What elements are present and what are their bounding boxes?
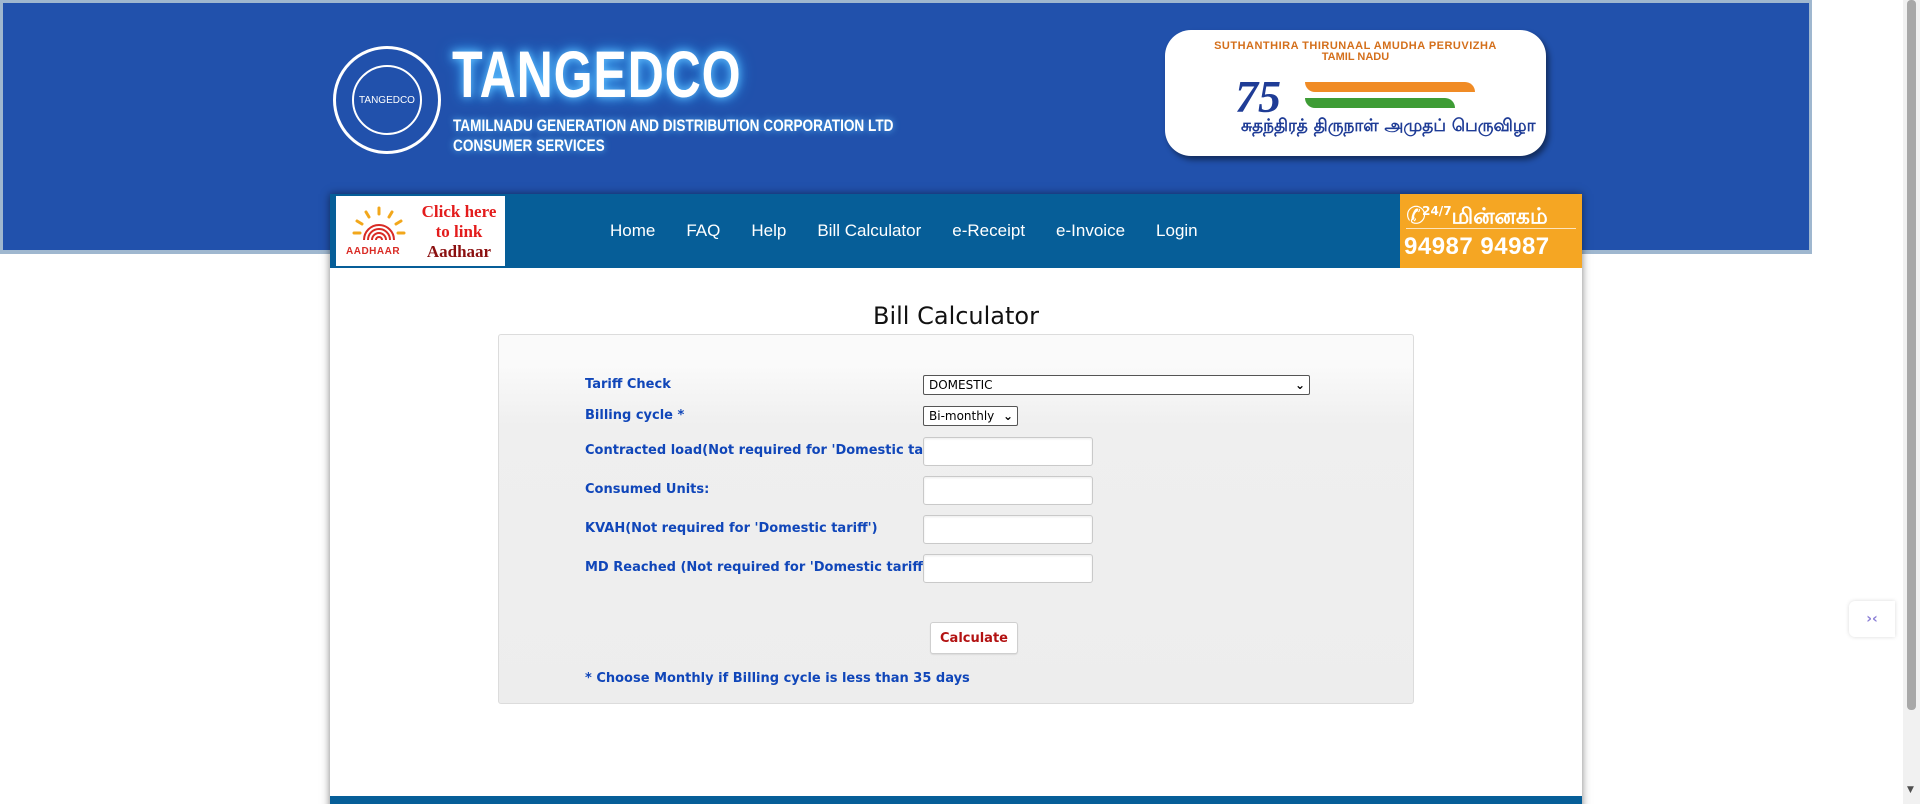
billing-cycle-select[interactable]: Bi-monthly ⌄ [923,406,1018,426]
helpline-number: 94987 94987 [1404,233,1550,260]
aadhaar-sun-icon [352,206,406,241]
chevron-down-icon: ⌄ [1002,409,1013,423]
page-title: Bill Calculator [873,302,1039,330]
helpline-tamil-name: மின்னகம் [1451,204,1548,230]
aadhaar-line-2: to link [435,222,483,241]
billing-cycle-label: Billing cycle * [585,408,685,423]
page: TANGEDCO TANGEDCO TAMILNADU GENERATION A… [0,0,1920,804]
nav-bill-calculator[interactable]: Bill Calculator [817,221,921,241]
nav-faq[interactable]: FAQ [686,221,720,241]
md-reached-input[interactable] [923,554,1093,583]
festival-tamil-text: சுதந்திரத் திருநாள் அமுதப் பெருவிழா [1241,116,1536,136]
consumed-units-label: Consumed Units: [585,482,710,497]
consumed-units-input[interactable] [923,476,1093,505]
aadhaar-line-3: Aadhaar [426,242,492,261]
contracted-load-label: Contracted load(Not required for 'Domest… [585,443,955,458]
nav-e-receipt[interactable]: e-Receipt [952,221,1025,241]
billing-cycle-note: * Choose Monthly if Billing cycle is les… [585,671,970,686]
flag-ribbon-icon [1305,82,1475,112]
tariff-label: Tariff Check [585,377,671,392]
festival-75-emblem: 75 [1235,71,1281,122]
kvah-input[interactable] [923,515,1093,544]
aadhaar-link-banner[interactable]: AADHAAR Click here to link Aadhaar [336,196,505,266]
tariff-select[interactable]: DOMESTIC ⌄ [923,375,1310,395]
azadi-festival-banner: SUTHANTHIRA THIRUNAAL AMUDHA PERUVIZHA T… [1165,30,1546,156]
scrollbar-thumb[interactable] [1907,0,1916,710]
tariff-selected-value: DOMESTIC [929,378,993,392]
tangedco-logo[interactable]: TANGEDCO [333,46,441,154]
nav-help[interactable]: Help [751,221,786,241]
brand-subtitle: TAMILNADU GENERATION AND DISTRIBUTION CO… [453,116,894,135]
nav-login[interactable]: Login [1156,221,1198,241]
calculate-button[interactable]: Calculate [930,622,1018,654]
page-scrollbar[interactable]: ▼ [1903,0,1920,804]
aadhaar-line-1: Click here [421,202,497,221]
brand-section: CONSUMER SERVICES [453,136,605,155]
helpline-divider [1406,228,1576,229]
minnagam-helpline-banner[interactable]: ✆24/7மின்னகம் 94987 94987 [1400,194,1582,268]
billing-cycle-selected-value: Bi-monthly [929,409,995,423]
helpline-247-badge: 24/7 [1422,204,1452,218]
assistant-widget-icon[interactable]: ›‹ [1849,601,1895,637]
aadhaar-logo: AADHAAR [342,204,414,262]
aadhaar-logo-word: AADHAAR [346,246,401,257]
scroll-down-arrow-icon[interactable]: ▼ [1907,785,1914,795]
nav-home[interactable]: Home [610,221,655,241]
nav-e-invoice[interactable]: e-Invoice [1056,221,1125,241]
md-reached-label: MD Reached (Not required for 'Domestic t… [585,560,933,575]
nav-menu: Home FAQ Help Bill Calculator e-Receipt … [610,194,1229,268]
kvah-label: KVAH(Not required for 'Domestic tariff') [585,521,878,536]
contracted-load-input[interactable] [923,437,1093,466]
brand-title: TANGEDCO [452,37,742,111]
chevron-down-icon: ⌄ [1294,378,1305,392]
festival-state: TAMIL NADU [1321,51,1390,63]
tangedco-logo-text: TANGEDCO [352,65,422,135]
main-nav: AADHAAR Click here to link Aadhaar Home … [330,194,1582,268]
aadhaar-link-text: Click here to link Aadhaar [416,202,502,262]
footer-bar [330,796,1582,804]
helpline-title: ✆24/7மின்னகம் [1406,198,1548,230]
